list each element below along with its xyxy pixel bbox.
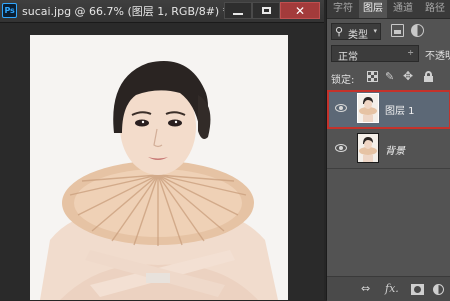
layers-list: 图层 1 背景	[327, 90, 450, 270]
close-icon: ✕	[294, 3, 306, 18]
canvas-area[interactable]	[0, 23, 324, 300]
layer-thumbnail-image	[358, 134, 378, 162]
portrait-photo	[30, 35, 288, 300]
add-mask-icon[interactable]	[411, 284, 424, 295]
lock-image-pixels-icon[interactable]: ✎	[385, 71, 396, 82]
lock-position-icon[interactable]: ✥	[403, 70, 414, 82]
eye-icon[interactable]	[335, 144, 347, 152]
document-titlebar[interactable]: Ps sucai.jpg @ 66.7% (图层 1, RGB/8#) * ✕	[0, 0, 324, 23]
layers-panel: 字符 图层 通道 路径 ⚲ 类型 ▾ 正常 ÷ 不透明度: 锁定: ✎ ✥	[326, 0, 450, 301]
blend-mode-select[interactable]: 正常 ÷	[331, 45, 419, 63]
layer-style-fx-icon[interactable]: fx.	[385, 282, 399, 296]
layer-filter-select[interactable]: ⚲ 类型 ▾	[331, 23, 381, 41]
filter-kind-label: 类型	[348, 30, 368, 41]
maximize-icon	[261, 7, 271, 14]
layer-name: 图层 1	[385, 106, 415, 117]
tab-layers[interactable]: 图层	[359, 0, 387, 18]
link-layers-icon[interactable]: ⇔	[361, 282, 370, 296]
document-window: Ps sucai.jpg @ 66.7% (图层 1, RGB/8#) * ✕	[0, 0, 324, 300]
filter-adjustment-layers-icon[interactable]	[411, 24, 424, 37]
minimize-button[interactable]	[224, 2, 252, 19]
layer-thumbnail	[357, 133, 379, 163]
layer-thumbnail-image	[358, 94, 378, 122]
minimize-icon	[233, 12, 243, 15]
tab-character[interactable]: 字符	[329, 0, 357, 18]
opacity-label: 不透明度:	[425, 51, 450, 62]
lock-label: 锁定:	[331, 75, 355, 86]
layer-thumbnail	[357, 93, 379, 123]
lock-transparent-pixels-icon[interactable]	[367, 71, 378, 82]
eye-icon[interactable]	[335, 104, 347, 112]
search-icon: ⚲	[335, 25, 344, 38]
layers-panel-footer: ⇔ fx.	[327, 276, 450, 301]
lock-all-icon[interactable]	[423, 71, 434, 82]
maximize-button[interactable]	[252, 2, 280, 19]
tab-paths[interactable]: 路径	[419, 0, 450, 18]
document-title: sucai.jpg @ 66.7% (图层 1, RGB/8#) *	[22, 5, 229, 18]
blend-mode-value: 正常	[338, 52, 358, 63]
photoshop-logo-icon: Ps	[2, 3, 17, 18]
new-adjustment-layer-icon[interactable]	[433, 284, 444, 295]
tab-channels[interactable]: 通道	[389, 0, 417, 18]
layer-row-background[interactable]: 背景	[327, 130, 450, 169]
close-button[interactable]: ✕	[280, 2, 320, 19]
layer-name: 背景	[385, 146, 405, 157]
panel-tab-bar: 字符 图层 通道 路径	[327, 0, 450, 19]
filter-pixel-layers-icon[interactable]	[391, 24, 404, 37]
layer-row-layer-1[interactable]: 图层 1	[327, 90, 450, 129]
image-canvas[interactable]	[30, 35, 288, 300]
lock-body	[424, 76, 433, 82]
chevron-down-icon: ▾	[373, 27, 377, 35]
updown-arrow-icon: ÷	[407, 48, 414, 57]
